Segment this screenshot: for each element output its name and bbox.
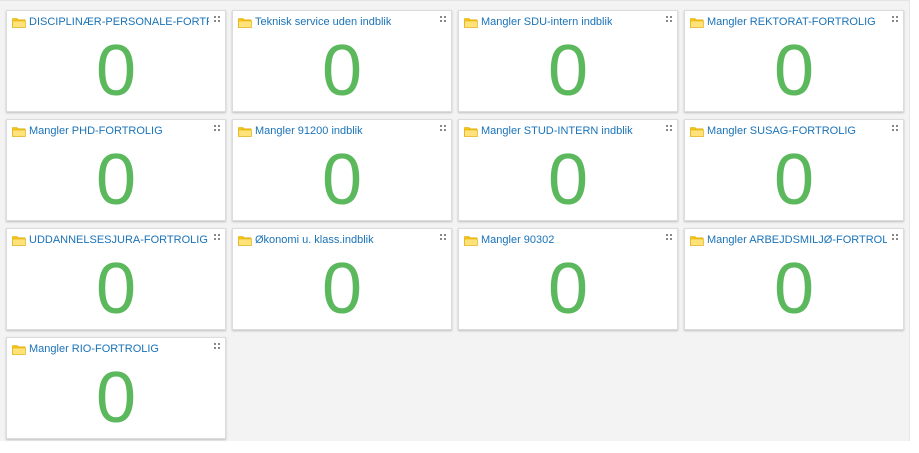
dashboard-tile[interactable]: Mangler SDU-intern indblik 0 <box>458 10 678 112</box>
tile-title-link[interactable]: Teknisk service uden indblik <box>255 15 391 29</box>
dashboard-board: DISCIPLINÆR-PERSONALE-FORTR 0 Teknisk se… <box>0 0 910 441</box>
tile-header: UDDANNELSESJURA-FORTROLIG <box>12 233 209 247</box>
tile-header: DISCIPLINÆR-PERSONALE-FORTR <box>12 15 209 29</box>
folder-icon <box>690 17 704 28</box>
drag-handle-icon[interactable] <box>892 125 898 131</box>
drag-handle-icon[interactable] <box>214 16 220 22</box>
dashboard-tile[interactable]: Mangler 91200 indblik 0 <box>232 119 452 221</box>
tile-header: Mangler SUSAG-FORTROLIG <box>690 124 887 138</box>
dashboard-tile[interactable]: Mangler RIO-FORTROLIG 0 <box>6 337 226 439</box>
folder-icon <box>690 235 704 246</box>
dashboard-tile[interactable]: Økonomi u. klass.indblik 0 <box>232 228 452 330</box>
tile-header: Mangler 91200 indblik <box>238 124 435 138</box>
tile-header: Mangler STUD-INTERN indblik <box>464 124 661 138</box>
folder-icon <box>12 235 26 246</box>
tile-header: Mangler RIO-FORTROLIG <box>12 342 209 356</box>
tile-title-link[interactable]: DISCIPLINÆR-PERSONALE-FORTR <box>29 15 209 29</box>
tile-count[interactable]: 0 <box>685 31 903 111</box>
dashboard-tile[interactable]: Mangler 90302 0 <box>458 228 678 330</box>
tile-count[interactable]: 0 <box>7 140 225 220</box>
tile-title-link[interactable]: Mangler PHD-FORTROLIG <box>29 124 163 138</box>
folder-icon <box>464 126 478 137</box>
folder-icon <box>12 344 26 355</box>
folder-icon <box>464 17 478 28</box>
tile-title-link[interactable]: Mangler SDU-intern indblik <box>481 15 612 29</box>
tile-count[interactable]: 0 <box>7 31 225 111</box>
tile-header: Mangler ARBEJDSMILJØ-FORTROLIG <box>690 233 887 247</box>
drag-handle-icon[interactable] <box>440 16 446 22</box>
dashboard-tile[interactable]: Mangler SUSAG-FORTROLIG 0 <box>684 119 904 221</box>
folder-icon <box>690 126 704 137</box>
drag-handle-icon[interactable] <box>214 234 220 240</box>
tile-title-link[interactable]: Mangler RIO-FORTROLIG <box>29 342 159 356</box>
dashboard-tile[interactable]: Mangler PHD-FORTROLIG 0 <box>6 119 226 221</box>
tile-header: Teknisk service uden indblik <box>238 15 435 29</box>
tile-count[interactable]: 0 <box>233 249 451 329</box>
dashboard-tile[interactable]: UDDANNELSESJURA-FORTROLIG 0 <box>6 228 226 330</box>
tile-count[interactable]: 0 <box>233 140 451 220</box>
folder-icon <box>238 126 252 137</box>
drag-handle-icon[interactable] <box>440 125 446 131</box>
tile-title-link[interactable]: Mangler SUSAG-FORTROLIG <box>707 124 856 138</box>
tile-title-link[interactable]: Mangler ARBEJDSMILJØ-FORTROLIG <box>707 233 887 247</box>
drag-handle-icon[interactable] <box>214 343 220 349</box>
dashboard-tile[interactable]: Mangler ARBEJDSMILJØ-FORTROLIG 0 <box>684 228 904 330</box>
dashboard-tile[interactable]: Mangler REKTORAT-FORTROLIG 0 <box>684 10 904 112</box>
tile-title-link[interactable]: Mangler 90302 <box>481 233 554 247</box>
dashboard-tile[interactable]: Teknisk service uden indblik 0 <box>232 10 452 112</box>
drag-handle-icon[interactable] <box>666 234 672 240</box>
tile-count[interactable]: 0 <box>233 31 451 111</box>
folder-icon <box>238 17 252 28</box>
drag-handle-icon[interactable] <box>666 16 672 22</box>
tile-title-link[interactable]: Mangler REKTORAT-FORTROLIG <box>707 15 876 29</box>
tile-count[interactable]: 0 <box>685 140 903 220</box>
tile-title-link[interactable]: Mangler 91200 indblik <box>255 124 363 138</box>
tile-title-link[interactable]: Mangler STUD-INTERN indblik <box>481 124 633 138</box>
tile-count[interactable]: 0 <box>7 249 225 329</box>
drag-handle-icon[interactable] <box>440 234 446 240</box>
dashboard-tile[interactable]: Mangler STUD-INTERN indblik 0 <box>458 119 678 221</box>
tile-count[interactable]: 0 <box>459 31 677 111</box>
tile-count[interactable]: 0 <box>459 140 677 220</box>
drag-handle-icon[interactable] <box>892 234 898 240</box>
tile-count[interactable]: 0 <box>7 358 225 438</box>
tile-title-link[interactable]: UDDANNELSESJURA-FORTROLIG <box>29 233 208 247</box>
tile-header: Mangler REKTORAT-FORTROLIG <box>690 15 887 29</box>
tile-header: Mangler SDU-intern indblik <box>464 15 661 29</box>
tile-title-link[interactable]: Økonomi u. klass.indblik <box>255 233 374 247</box>
folder-icon <box>238 235 252 246</box>
drag-handle-icon[interactable] <box>892 16 898 22</box>
drag-handle-icon[interactable] <box>214 125 220 131</box>
tile-header: Økonomi u. klass.indblik <box>238 233 435 247</box>
folder-icon <box>12 126 26 137</box>
drag-handle-icon[interactable] <box>666 125 672 131</box>
tile-count[interactable]: 0 <box>685 249 903 329</box>
folder-icon <box>12 17 26 28</box>
tile-count[interactable]: 0 <box>459 249 677 329</box>
dashboard-tile[interactable]: DISCIPLINÆR-PERSONALE-FORTR 0 <box>6 10 226 112</box>
tile-header: Mangler 90302 <box>464 233 661 247</box>
tile-header: Mangler PHD-FORTROLIG <box>12 124 209 138</box>
folder-icon <box>464 235 478 246</box>
